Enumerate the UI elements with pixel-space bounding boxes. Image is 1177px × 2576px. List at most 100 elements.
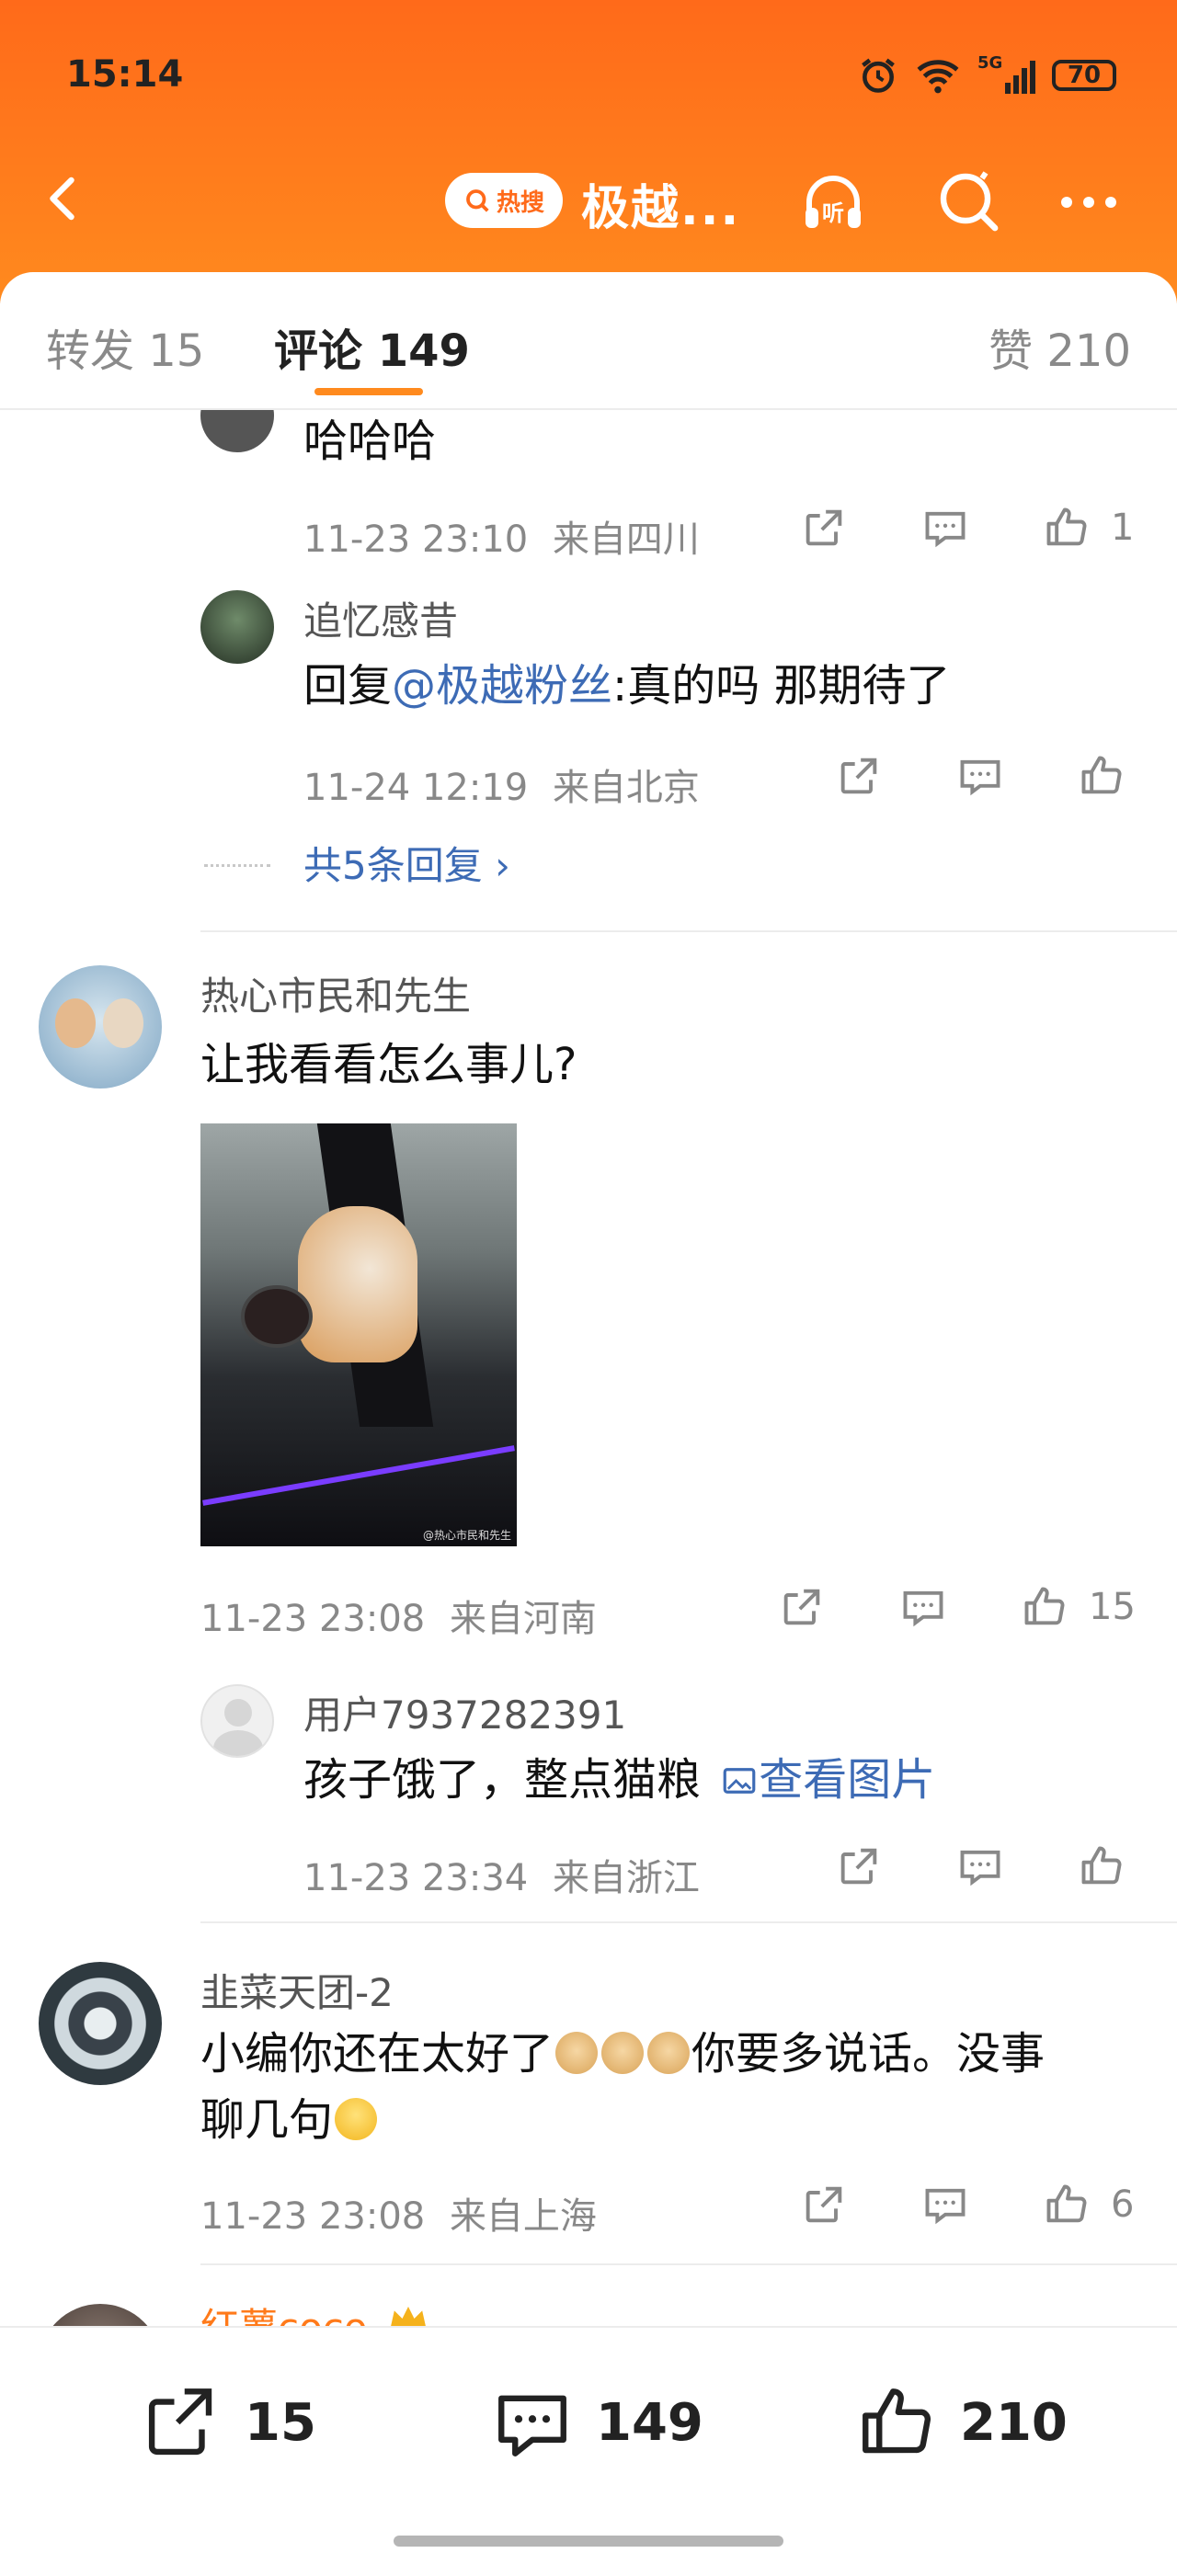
status-icons: 5G 70 (858, 53, 1116, 96)
hot-search-badge[interactable]: 热搜 (445, 173, 563, 228)
divider (200, 930, 1177, 932)
avatar[interactable] (200, 410, 274, 452)
more-replies-label: 共5条回复 (303, 843, 483, 888)
like-count: 15 (1089, 1586, 1136, 1628)
battery-icon: 70 (1052, 60, 1116, 91)
avatar[interactable] (39, 2304, 162, 2326)
comment-image[interactable]: @热心市民和先生 (200, 1123, 517, 1546)
comment-actions: 6 (796, 2177, 1148, 2232)
avatar-dog-right (103, 998, 143, 1048)
share-icon[interactable] (796, 2177, 851, 2232)
comment-icon (498, 2395, 566, 2456)
comment-text-part2: 你要多说话。没事 (691, 2028, 1046, 2080)
avatar-dog-left (55, 998, 96, 1048)
comment-button[interactable]: 149 (491, 2381, 703, 2464)
more-icon[interactable] (1052, 165, 1126, 239)
repost-button[interactable]: 15 (140, 2381, 316, 2464)
search-icon[interactable] (932, 165, 1006, 239)
like-button[interactable]: 210 (855, 2381, 1068, 2464)
avatar[interactable] (39, 965, 162, 1089)
comment-count: 149 (596, 2392, 703, 2453)
like-icon[interactable] (1039, 500, 1094, 555)
signal-bar (1013, 75, 1019, 94)
doge-emoji-icon (647, 2032, 691, 2074)
default-avatar-body (213, 1730, 263, 1756)
share-icon[interactable] (831, 748, 886, 804)
side-mirror (241, 1285, 313, 1348)
reply-icon[interactable] (953, 748, 1008, 804)
like-icon[interactable] (1074, 748, 1129, 804)
signal-bar (1030, 61, 1035, 94)
share-icon[interactable] (831, 1839, 886, 1894)
like-count: 6 (1111, 2183, 1135, 2226)
signal-icon: 5G (977, 53, 1035, 94)
like-icon[interactable] (1039, 2177, 1094, 2232)
default-avatar-head (224, 1699, 252, 1727)
comment-location: 来自四川 (552, 519, 700, 561)
tab-active-indicator (314, 388, 423, 395)
reply-actions (831, 1839, 1129, 1894)
signal-bar (1005, 83, 1011, 94)
crown-badge-icon (391, 2307, 426, 2326)
like-icon (863, 2388, 931, 2454)
reply-icon[interactable] (896, 1579, 951, 1635)
comment-time: 11-23 23:10 (303, 519, 529, 561)
reply-icon[interactable] (918, 500, 973, 555)
like-icon[interactable] (1017, 1579, 1072, 1635)
svg-text:听: 听 (822, 200, 844, 226)
tab-bar: 转发 15 评论 149 赞 210 (0, 272, 1177, 410)
more-replies-link[interactable]: 共5条回复 › (303, 835, 510, 891)
divider (200, 2263, 1177, 2265)
page-title: 极越... (581, 181, 741, 236)
doge-emoji-icon (555, 2032, 599, 2074)
tab-likes[interactable]: 赞 210 (988, 314, 1131, 379)
signal-bar (1022, 68, 1027, 94)
avatar[interactable] (200, 1684, 274, 1758)
comment-text: 小编你还在太好了 你要多说话。没事 聊几句 (200, 2021, 1129, 2153)
view-image-link[interactable]: 查看图片 (720, 1754, 935, 1806)
reply-icon[interactable] (953, 1839, 1008, 1894)
chevron-right-icon: › (495, 843, 510, 888)
comment-username[interactable]: 红薯coco (200, 2297, 368, 2326)
avatar[interactable] (39, 1962, 162, 2085)
comment-meta: 11-23 23:10 来自四川 (303, 509, 700, 563)
like-icon[interactable] (1074, 1839, 1129, 1894)
reply-actions (831, 748, 1129, 804)
comment-text-line2: 聊几句 (200, 2094, 334, 2146)
reply-body: :真的吗 那期待了 (612, 660, 951, 712)
reply-prefix: 回复 (303, 660, 393, 712)
share-icon[interactable] (774, 1579, 829, 1635)
more-replies-dots (204, 864, 270, 867)
like-count: 210 (960, 2392, 1068, 2453)
status-time: 15:14 (66, 53, 184, 96)
tab-comments[interactable]: 评论 149 (274, 314, 470, 379)
comment-location: 来自上海 (449, 2195, 597, 2238)
back-icon[interactable] (37, 171, 92, 226)
comment-actions: 1 (796, 500, 1148, 555)
comment-list[interactable]: 哈哈哈 11-23 23:10 来自四川 1 追忆感昔 回复@极越粉丝:真的吗 … (0, 410, 1177, 2326)
nav-bar: 热搜 极越... 听 (0, 156, 1177, 248)
reply-username[interactable]: 用户7937282391 (303, 1684, 626, 1740)
headphones-icon[interactable]: 听 (796, 165, 870, 239)
bottom-action-bar: 15 149 210 (0, 2326, 1177, 2576)
comment-time: 11-23 23:08 (200, 2195, 426, 2238)
header: 15:14 5G 70 热搜 极越... 听 (0, 0, 1177, 303)
reply-text: 回复@极越粉丝:真的吗 那期待了 (303, 653, 950, 719)
tab-reposts[interactable]: 转发 15 (46, 314, 204, 379)
mention-link[interactable]: @极越粉丝 (392, 660, 612, 712)
reply-meta: 11-23 23:34 来自浙江 (303, 1848, 700, 1901)
reply-icon[interactable] (918, 2177, 973, 2232)
reply-username[interactable]: 追忆感昔 (303, 590, 458, 646)
home-indicator[interactable] (394, 2536, 783, 2547)
avatar[interactable] (200, 590, 274, 664)
comment-username[interactable]: 热心市民和先生 (200, 965, 471, 1021)
share-icon[interactable] (796, 500, 851, 555)
image-watermark: @热心市民和先生 (422, 1529, 511, 1542)
comment-actions: 15 (774, 1579, 1136, 1635)
comment-username[interactable]: 韭菜天团-2 (200, 1962, 394, 2018)
reply-meta: 11-24 12:19 来自北京 (303, 758, 700, 811)
comment-location: 来自河南 (449, 1598, 597, 1640)
like-count: 1 (1111, 507, 1135, 549)
network-type: 5G (977, 53, 1003, 73)
search-icon (466, 189, 489, 212)
